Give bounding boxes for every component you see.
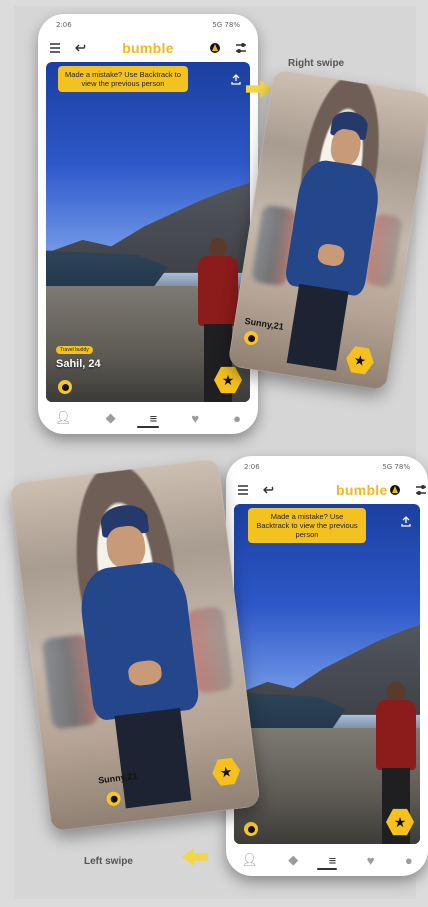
profile-photo[interactable]: Made a mistake? Use Backtrack to view th… [234,504,420,844]
settings-icon[interactable] [414,483,428,497]
profile-name: Sahil, 24 [56,358,101,370]
chat-bubble-icon[interactable] [244,822,258,836]
status-time: 2:06 [56,21,72,29]
nav-active-indicator [137,426,159,428]
chat-bubble-icon[interactable] [58,380,72,394]
status-time: 2:06 [244,463,260,471]
chat-icon[interactable]: ● [233,411,241,426]
chat-icon[interactable]: ● [405,853,413,868]
bottom-nav: 👤︎ ◆ ≡ ♥ ● [38,402,258,434]
menu-icon[interactable] [236,483,250,497]
stack-icon[interactable]: ≡ [150,411,158,426]
heart-icon[interactable]: ♥ [191,411,199,426]
left-swipe-card[interactable]: Sunny,21 ★ [9,458,261,832]
person-icon[interactable]: 👤︎ [55,410,72,426]
status-right: 5G 78% [212,21,240,29]
stack-icon[interactable]: ≡ [329,853,337,868]
person-icon[interactable]: 👤︎ [241,852,258,868]
app-topbar: bumble [38,36,258,60]
heart-icon[interactable]: ♥ [367,853,375,868]
phone-bottom: 2:06 5G 78% bumble Made a mistake? Use B… [226,456,428,876]
menu-icon[interactable] [48,41,62,55]
status-bar: 2:06 5G 78% [226,456,428,478]
profile-photo[interactable]: Made a mistake? Use Backtrack to view th… [46,62,250,402]
brand-logo: bumble [122,40,174,56]
backtrack-icon[interactable] [74,41,88,55]
backtrack-toast: Made a mistake? Use Backtrack to view th… [58,66,188,92]
status-right: 5G 78% [382,463,410,471]
diamond-icon[interactable]: ◆ [288,852,298,868]
backtrack-icon[interactable] [262,483,276,497]
diamond-icon[interactable]: ◆ [106,410,116,426]
nav-active-indicator [316,868,338,870]
share-icon[interactable] [230,72,244,86]
brand-logo: bumble [336,482,388,498]
app-topbar: bumble [226,478,428,502]
status-bar: 2:06 5G 78% [38,14,258,36]
profile-chip: Travel buddy [56,346,93,354]
phone-top: 2:06 5G 78% bumble Made a mistake? Use B… [38,14,258,434]
settings-icon[interactable] [234,41,248,55]
filter-icon[interactable] [388,483,402,497]
right-swipe-caption: Right swipe [288,58,345,69]
filter-icon[interactable] [208,41,222,55]
left-swipe-caption: Left swipe [84,856,133,867]
bottom-nav: 👤︎ ◆ ≡ ♥ ● [226,844,428,876]
backtrack-toast: Made a mistake? Use Backtrack to view th… [248,508,366,543]
share-icon[interactable] [400,514,414,528]
